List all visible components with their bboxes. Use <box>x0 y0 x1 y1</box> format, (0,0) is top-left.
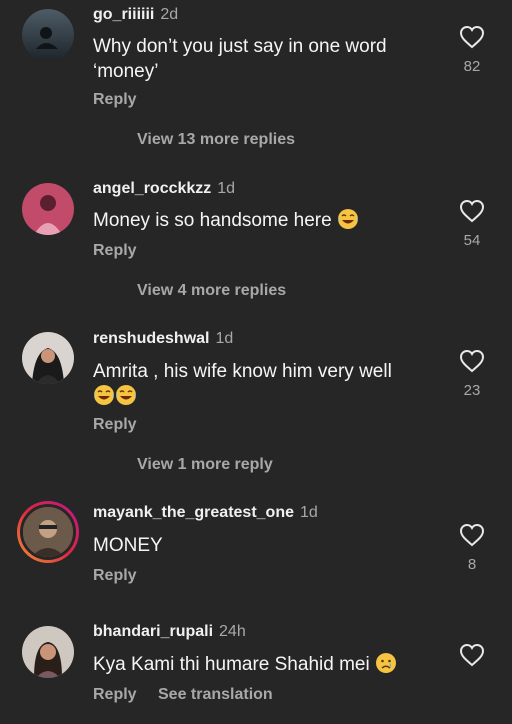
timestamp: 1d <box>217 180 236 197</box>
comment-text-line: ‘money’ <box>93 61 159 82</box>
timestamp: 2d <box>160 6 179 23</box>
timestamp: 1d <box>299 504 318 521</box>
comment-text: Amrita , his wife know him very well <box>93 359 423 409</box>
comment-emojis <box>93 384 423 409</box>
username[interactable]: angel_rocckkzz <box>93 180 211 197</box>
comment-text: Why don’t you just say in one word ‘mone… <box>93 34 423 84</box>
sad-emoji-icon <box>375 652 397 674</box>
reply-button[interactable]: Reply <box>93 91 137 109</box>
reply-button[interactable]: Reply <box>93 416 137 434</box>
comment-text: Kya Kami thi humare Shahid mei <box>93 652 423 677</box>
view-more-replies-button[interactable]: View 4 more replies <box>137 282 286 300</box>
heart-icon[interactable] <box>459 643 485 667</box>
comment-header: mayank_the_greatest_one 1d <box>93 504 318 522</box>
comment-header: angel_rocckkzz 1d <box>93 180 235 198</box>
avatar-image-icon <box>23 507 73 557</box>
avatar-image-icon <box>22 626 74 678</box>
avatar[interactable] <box>22 9 74 61</box>
comment-text-line: Money is so handsome here <box>93 210 332 231</box>
username[interactable]: mayank_the_greatest_one <box>93 504 294 521</box>
like-count: 54 <box>463 232 481 249</box>
avatar[interactable] <box>22 332 74 384</box>
avatar-image-icon <box>22 183 74 235</box>
comment-text: MONEY <box>93 533 423 558</box>
like-count: 8 <box>467 556 477 573</box>
like-count: 82 <box>463 58 481 75</box>
timestamp: 1d <box>215 330 234 347</box>
comment-header: bhandari_rupali 24h <box>93 623 246 641</box>
comment-text: Money is so handsome here <box>93 208 423 233</box>
avatar-with-story-ring[interactable] <box>17 501 79 563</box>
avatar[interactable] <box>22 626 74 678</box>
reply-button[interactable]: Reply <box>93 686 137 704</box>
reply-button[interactable]: Reply <box>93 567 137 585</box>
laughing-emoji-icon <box>93 384 115 406</box>
avatar[interactable] <box>22 183 74 235</box>
comment-header: renshudeshwal 1d <box>93 330 233 348</box>
comment-text-line: Amrita , his wife know him very well <box>93 361 392 382</box>
timestamp: 24h <box>219 623 246 640</box>
view-more-replies-button[interactable]: View 13 more replies <box>137 131 295 149</box>
laughing-emoji-icon <box>337 208 359 230</box>
comment-text-line: Kya Kami thi humare Shahid mei <box>93 654 370 675</box>
view-more-replies-button[interactable]: View 1 more reply <box>137 456 273 474</box>
username[interactable]: go_riiiiii <box>93 6 154 23</box>
comment-header: go_riiiiii 2d <box>93 6 178 24</box>
heart-icon[interactable] <box>459 25 485 49</box>
comment-text-line: MONEY <box>93 535 163 556</box>
username[interactable]: bhandari_rupali <box>93 623 213 640</box>
avatar-image-icon <box>22 9 74 61</box>
laughing-emoji-icon <box>115 384 137 406</box>
like-count: 23 <box>463 382 481 399</box>
see-translation-button[interactable]: See translation <box>158 686 273 704</box>
heart-icon[interactable] <box>459 199 485 223</box>
comment-text-line: Why don’t you just say in one word <box>93 36 387 57</box>
avatar-image-icon <box>22 332 74 384</box>
heart-icon[interactable] <box>459 349 485 373</box>
username[interactable]: renshudeshwal <box>93 330 209 347</box>
reply-button[interactable]: Reply <box>93 242 137 260</box>
heart-icon[interactable] <box>459 523 485 547</box>
